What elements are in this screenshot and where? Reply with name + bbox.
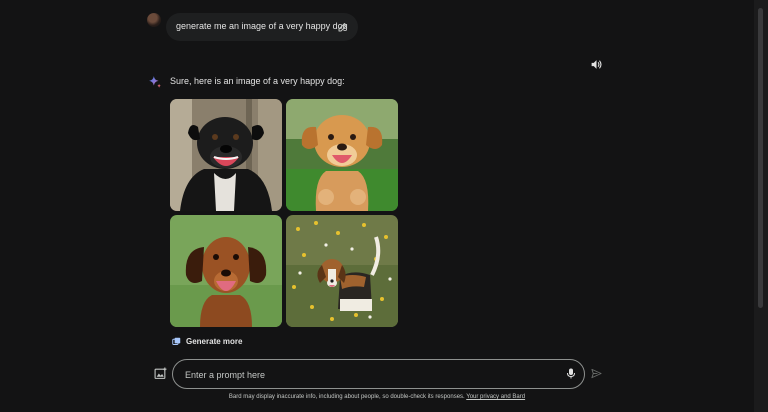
user-avatar <box>147 13 161 27</box>
prompt-input-box[interactable] <box>172 359 585 389</box>
images-icon <box>172 337 181 345</box>
speaker-icon[interactable] <box>590 58 603 71</box>
bard-sparkle-icon <box>149 76 161 88</box>
prompt-input[interactable] <box>183 366 547 384</box>
send-icon[interactable] <box>591 368 602 379</box>
image-upload-icon[interactable] <box>154 367 167 380</box>
pencil-icon[interactable] <box>337 21 349 33</box>
image-dachshund <box>170 215 282 327</box>
image-black-dog <box>170 99 282 211</box>
image-golden-puppy <box>286 99 398 211</box>
privacy-link[interactable]: Your privacy and Bard <box>466 394 525 400</box>
footer-disclaimer: Bard may display inaccurate info, includ… <box>0 394 754 400</box>
user-prompt-bubble: generate me an image of a very happy dog <box>166 13 358 41</box>
generated-image-2[interactable] <box>286 99 398 211</box>
user-prompt-text: generate me an image of a very happy dog <box>176 21 348 31</box>
scrollbar-thumb[interactable] <box>758 8 763 308</box>
generated-image-4[interactable] <box>286 215 398 327</box>
generate-more-button[interactable]: Generate more <box>172 334 242 348</box>
generate-more-label: Generate more <box>186 336 243 346</box>
generated-image-3[interactable] <box>170 215 282 327</box>
microphone-icon[interactable] <box>565 367 577 380</box>
disclaimer-text: Bard may display inaccurate info, includ… <box>228 394 465 400</box>
image-beagle <box>286 215 398 327</box>
generated-image-1[interactable] <box>170 99 282 211</box>
scrollbar[interactable] <box>754 0 768 412</box>
response-text: Sure, here is an image of a very happy d… <box>170 76 345 86</box>
